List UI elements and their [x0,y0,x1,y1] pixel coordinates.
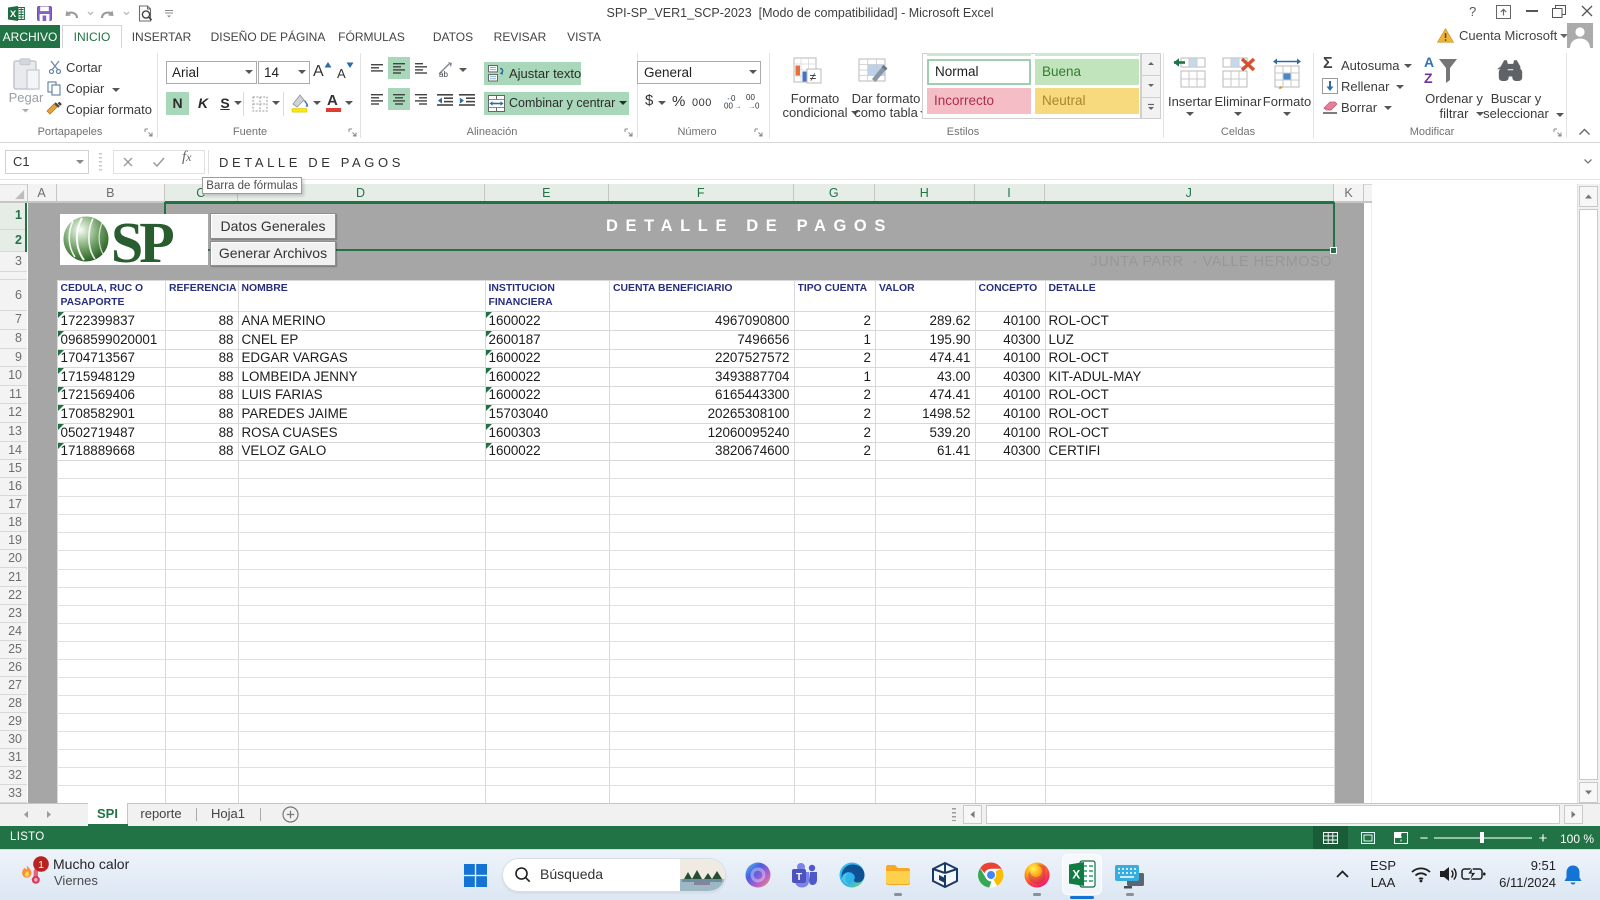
svg-text:X: X [1072,868,1080,882]
svg-text:T: T [796,872,802,883]
svg-text:≠: ≠ [810,70,817,84]
svg-text:→: → [734,102,742,111]
svg-text:0: 0 [755,102,760,111]
svg-text:ab: ab [439,70,448,78]
svg-text:1: 1 [38,859,44,871]
svg-text:00: 00 [724,102,733,111]
svg-text:SP: SP [111,214,173,265]
